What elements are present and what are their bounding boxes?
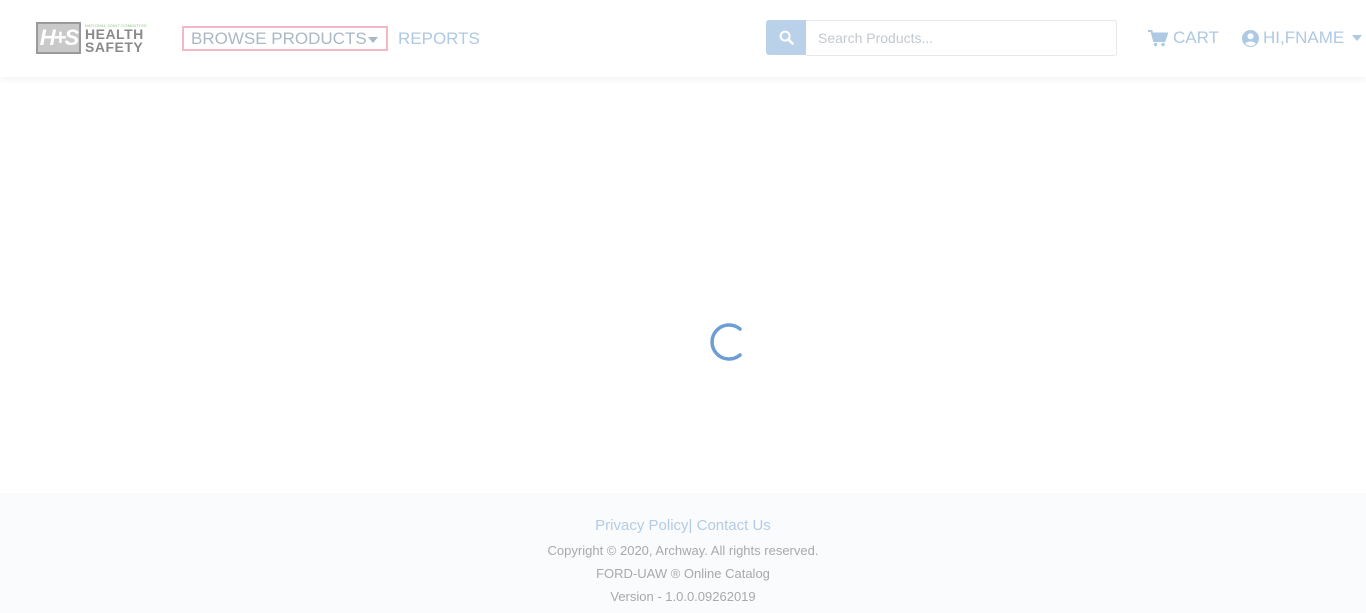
- cart-label: CART: [1173, 28, 1219, 47]
- logo-text: NATIONAL JOINT COMMITTEE HEALTH SAFETY: [85, 23, 147, 54]
- logo-word-safety: SAFETY: [85, 38, 144, 55]
- footer-copyright: Copyright © 2020, Archway. All rights re…: [547, 543, 819, 558]
- footer-link-separator: |: [688, 517, 693, 534]
- cart-link[interactable]: CART: [1148, 28, 1219, 48]
- user-greeting: HI,FNAME: [1263, 28, 1345, 47]
- footer-version: Version - 1.0.0.09262019: [610, 589, 756, 604]
- chevron-down-icon: [1352, 35, 1363, 41]
- search-button[interactable]: [766, 20, 806, 55]
- browse-products-label: BROWSE PRODUCTS: [191, 29, 367, 48]
- search-input[interactable]: [806, 20, 1117, 56]
- loading-spinner-icon: [710, 323, 742, 361]
- health-safety-logo[interactable]: H+S NATIONAL JOINT COMMITTEE HEALTH SAFE…: [36, 21, 158, 55]
- user-circle-icon: [1242, 29, 1259, 47]
- privacy-policy-link[interactable]: Privacy Policy: [595, 517, 688, 534]
- contact-us-link[interactable]: Contact Us: [697, 517, 771, 534]
- page-footer: Privacy Policy| Contact Us Copyright © 2…: [0, 493, 1366, 613]
- footer-catalog-name: FORD-UAW ® Online Catalog: [596, 566, 770, 581]
- cart-icon: [1148, 29, 1168, 46]
- chevron-down-icon: [368, 37, 378, 43]
- reports-link[interactable]: REPORTS: [398, 29, 480, 49]
- footer-links: Privacy Policy| Contact Us: [0, 517, 1366, 534]
- search-icon: [779, 30, 794, 45]
- top-header: H+S NATIONAL JOINT COMMITTEE HEALTH SAFE…: [0, 0, 1366, 77]
- user-menu[interactable]: HI,FNAME: [1242, 28, 1363, 48]
- browse-products-dropdown[interactable]: BROWSE PRODUCTS: [182, 26, 388, 51]
- logo-mark: H+S: [36, 22, 81, 54]
